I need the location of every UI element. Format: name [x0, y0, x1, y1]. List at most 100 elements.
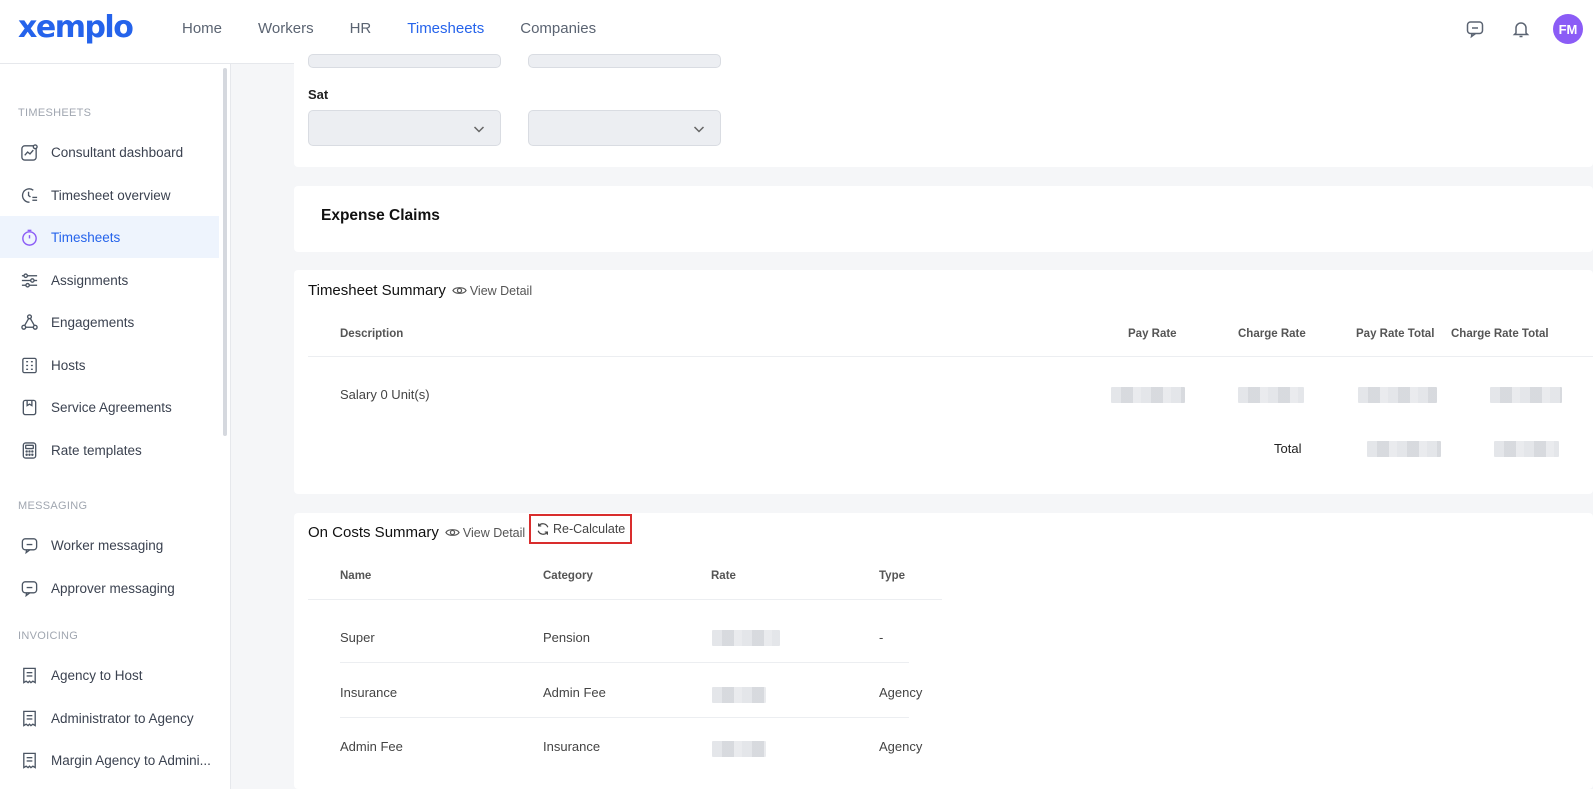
charge-rate-value	[1238, 387, 1304, 403]
sidebar-item-rate-templates[interactable]: Rate templates	[0, 429, 219, 471]
sidebar-section-invoicing: INVOICING	[18, 630, 79, 642]
col-description: Description	[340, 328, 404, 340]
sidebar-item-label: Worker messaging	[51, 537, 164, 553]
sidebar-item-label: Approver messaging	[51, 580, 175, 596]
sidebar-item-label: Timesheet overview	[51, 187, 171, 203]
eye-icon	[445, 529, 460, 536]
invoice-icon	[23, 752, 36, 769]
calculator-icon	[22, 441, 37, 459]
sidebar-item-label: Service Agreements	[51, 399, 172, 415]
sidebar-item-approver-messaging[interactable]: Approver messaging	[0, 567, 219, 609]
row-divider	[340, 717, 909, 718]
app-logo[interactable]: xemplo	[18, 10, 134, 45]
sliders-icon	[21, 272, 38, 288]
col-name: Name	[340, 570, 372, 582]
charge-total-value	[1494, 441, 1559, 457]
sidebar-item-assignments[interactable]: Assignments	[0, 259, 219, 301]
row-description: Salary 0 Unit(s)	[340, 387, 430, 402]
sidebar-item-label: Agency to Host	[51, 667, 143, 683]
col-charge-rate: Charge Rate	[1238, 328, 1306, 340]
message-icon	[21, 537, 38, 554]
on-costs-title: On Costs Summary	[308, 524, 439, 541]
main-content: Sat Expense Claims Timesheet Summary Vie…	[231, 54, 1593, 789]
bell-icon[interactable]	[1507, 15, 1535, 43]
chart-icon	[21, 143, 38, 161]
col-rate: Rate	[711, 570, 736, 582]
eye-icon	[452, 287, 467, 294]
sidebar-item-label: Administrator to Agency	[51, 710, 194, 726]
sidebar-item-label: Hosts	[51, 357, 86, 373]
sidebar-item-agency-to-host[interactable]: Agency to Host	[0, 654, 219, 696]
header-divider	[308, 599, 942, 600]
sat-label: Sat	[308, 87, 329, 102]
sidebar-item-label: Margin Agency to Admini...	[51, 752, 211, 768]
sidebar-item-administrator-to-agency[interactable]: Administrator to Agency	[0, 697, 219, 739]
header-divider	[308, 356, 1593, 357]
refresh-icon	[537, 523, 549, 535]
invoice-icon	[23, 667, 36, 684]
sidebar-item-label: Timesheets	[51, 229, 121, 245]
col-charge-rate-total: Charge Rate Total	[1451, 328, 1549, 340]
sidebar: TIMESHEETS Consultant dashboard Timeshee…	[0, 64, 231, 789]
sidebar-scrollbar[interactable]	[223, 68, 227, 436]
sat-end-select[interactable]	[528, 110, 721, 146]
table-row-rate	[712, 687, 766, 703]
sidebar-item-margin-agency[interactable]: Margin Agency to Admini...	[0, 739, 219, 781]
sidebar-item-engagements[interactable]: Engagements	[0, 301, 219, 343]
pay-rate-value	[1111, 387, 1185, 403]
col-pay-rate-total: Pay Rate Total	[1356, 328, 1435, 340]
on-costs-summary-card: On Costs Summary View Detail Re-Calculat…	[294, 513, 1593, 789]
timesheet-summary-title: Timesheet Summary	[308, 282, 446, 299]
col-type: Type	[879, 570, 905, 582]
row-divider	[340, 662, 909, 663]
sidebar-item-timesheet-overview[interactable]: Timesheet overview	[0, 174, 219, 216]
table-row-rate	[712, 630, 780, 646]
sidebar-item-worker-messaging[interactable]: Worker messaging	[0, 524, 219, 566]
sidebar-item-label: Engagements	[51, 314, 135, 330]
chevron-down-icon	[693, 126, 705, 133]
table-row-category: Admin Fee	[543, 685, 606, 700]
charge-rate-total-value	[1490, 387, 1562, 403]
prev-day-end-select[interactable]	[528, 54, 721, 68]
chat-icon[interactable]	[1461, 15, 1489, 43]
table-row-name: Admin Fee	[340, 739, 403, 754]
chevron-down-icon	[473, 126, 485, 133]
sidebar-item-hosts[interactable]: Hosts	[0, 344, 219, 386]
timer-icon	[22, 229, 37, 246]
view-detail-label: View Detail	[469, 283, 533, 298]
table-row-name: Super	[340, 630, 375, 645]
bookmark-icon	[22, 399, 37, 415]
sidebar-item-label: Consultant dashboard	[51, 144, 184, 160]
table-row-category: Insurance	[543, 739, 601, 754]
col-category: Category	[543, 570, 593, 582]
pay-rate-total-value	[1358, 387, 1437, 403]
timesheet-summary-card: Timesheet Summary View Detail Descriptio…	[294, 270, 1593, 494]
expense-claims-card: Expense Claims	[294, 186, 1593, 252]
on-costs-view-detail-link[interactable]: View Detail	[445, 525, 525, 540]
expense-claims-title: Expense Claims	[321, 207, 440, 224]
table-row-name: Insurance	[340, 685, 398, 700]
sat-start-select[interactable]	[308, 110, 501, 146]
recalculate-label: Re-Calculate	[553, 522, 626, 536]
sidebar-item-label: Assignments	[51, 272, 129, 288]
table-row-type: Agency	[879, 739, 923, 754]
total-label: Total	[1274, 441, 1302, 456]
clock-list-icon	[21, 187, 38, 203]
view-detail-label: View Detail	[462, 525, 526, 540]
timesheet-view-detail-link[interactable]: View Detail	[452, 283, 532, 298]
network-icon	[21, 313, 38, 330]
col-pay-rate: Pay Rate	[1128, 328, 1177, 340]
table-row-rate	[712, 741, 766, 757]
table-row-type: Agency	[879, 685, 923, 700]
avatar[interactable]: FM	[1553, 14, 1583, 44]
building-icon	[22, 357, 37, 373]
table-row-type: -	[879, 630, 884, 645]
sidebar-item-label: Rate templates	[51, 442, 142, 458]
sidebar-item-service-agreements[interactable]: Service Agreements	[0, 386, 219, 428]
nav-home[interactable]: Home	[164, 0, 240, 64]
sidebar-item-consultant-dashboard[interactable]: Consultant dashboard	[0, 131, 219, 173]
recalculate-button[interactable]: Re-Calculate	[529, 514, 633, 544]
sidebar-item-timesheets[interactable]: Timesheets	[0, 216, 219, 258]
pay-total-value	[1367, 441, 1441, 457]
invoice-icon	[23, 710, 36, 727]
